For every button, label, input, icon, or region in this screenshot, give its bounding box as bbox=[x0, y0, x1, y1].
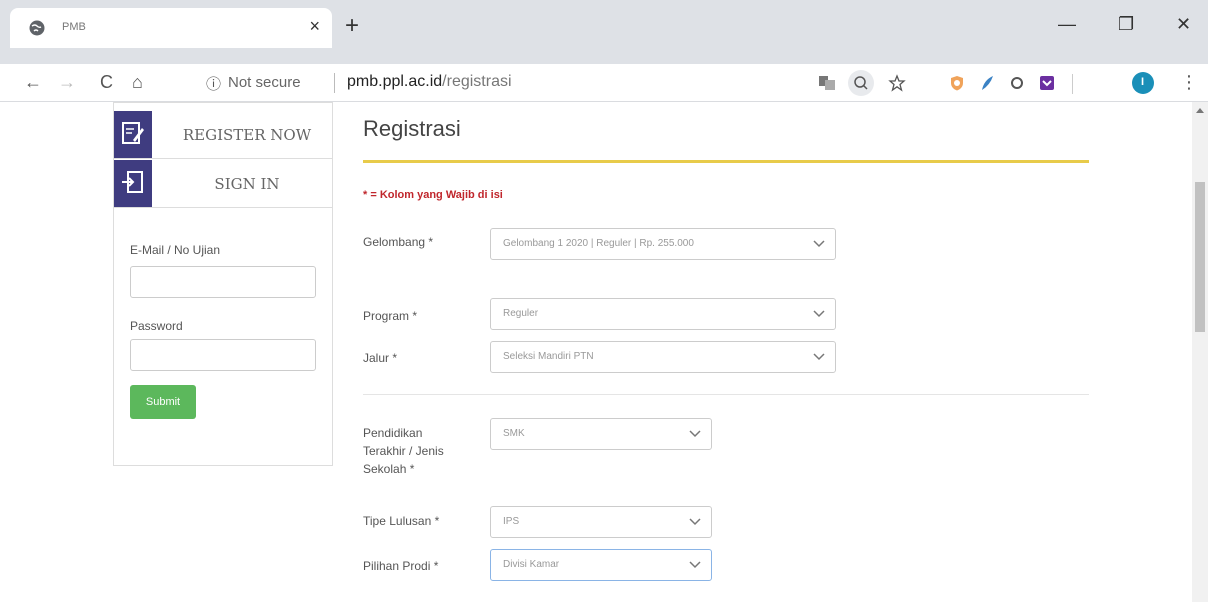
extension-circle-icon[interactable] bbox=[1008, 74, 1026, 92]
pendidikan-select[interactable]: SMK bbox=[490, 418, 712, 450]
tab-close-icon[interactable]: × bbox=[309, 16, 320, 37]
browser-toolbar: ← → C ⌂ ⓘ Not secure pmb.ppl.ac.id/regis… bbox=[0, 64, 1208, 102]
page-title: Registrasi bbox=[363, 116, 461, 141]
pendidikan-value: SMK bbox=[503, 428, 525, 439]
new-tab-icon[interactable]: + bbox=[345, 14, 359, 38]
pendidikan-label: Pendidikan Terakhir / Jenis Sekolah * bbox=[363, 426, 444, 476]
register-icon-box bbox=[114, 111, 152, 158]
email-field[interactable] bbox=[130, 266, 316, 298]
tipe-lulusan-label: Tipe Lulusan * bbox=[363, 514, 440, 528]
section-divider bbox=[363, 394, 1089, 395]
zoom-icon[interactable] bbox=[848, 70, 874, 96]
sign-in-label: SIGN IN bbox=[214, 175, 280, 193]
chevron-down-icon bbox=[689, 561, 701, 569]
security-indicator[interactable]: Not secure bbox=[228, 74, 301, 91]
chevron-down-icon bbox=[813, 353, 825, 361]
title-underline bbox=[363, 160, 1089, 163]
program-value: Reguler bbox=[503, 308, 539, 319]
gelombang-value: Gelombang 1 2020 | Reguler | Rp. 255.000 bbox=[503, 238, 694, 249]
globe-icon bbox=[29, 20, 45, 36]
browser-tabstrip: PMB × + — ❐ ✕ bbox=[0, 0, 1208, 64]
edit-document-icon bbox=[122, 122, 144, 144]
pilihan-prodi-value: Divisi Kamar bbox=[503, 559, 560, 570]
close-window-icon[interactable]: ✕ bbox=[1176, 14, 1191, 35]
chevron-down-icon bbox=[689, 518, 701, 526]
chevron-down-icon bbox=[813, 310, 825, 318]
extension-pocket-icon[interactable] bbox=[1038, 74, 1056, 92]
maximize-icon[interactable]: ❐ bbox=[1118, 14, 1134, 35]
gelombang-select[interactable]: Gelombang 1 2020 | Reguler | Rp. 255.000 bbox=[490, 228, 836, 260]
scrollbar-thumb[interactable] bbox=[1195, 182, 1205, 332]
menu-kebab-icon[interactable]: ⋮ bbox=[1180, 72, 1198, 92]
minimize-icon[interactable]: — bbox=[1058, 14, 1076, 35]
forward-icon[interactable]: → bbox=[58, 72, 76, 92]
jalur-value: Seleksi Mandiri PTN bbox=[503, 351, 594, 362]
tipe-lulusan-select[interactable]: IPS bbox=[490, 506, 712, 538]
back-icon[interactable]: ← bbox=[24, 72, 42, 92]
register-now-item[interactable]: REGISTER NOW bbox=[114, 111, 332, 159]
extension-feather-icon[interactable] bbox=[978, 74, 996, 92]
password-field[interactable] bbox=[130, 339, 316, 371]
omnibox-divider bbox=[334, 73, 335, 93]
translate-icon[interactable] bbox=[818, 74, 836, 92]
chevron-down-icon bbox=[813, 240, 825, 248]
program-select[interactable]: Reguler bbox=[490, 298, 836, 330]
register-now-label: REGISTER NOW bbox=[182, 126, 312, 144]
url-host: pmb.ppl.ac.id bbox=[347, 73, 443, 90]
email-label: E-Mail / No Ujian bbox=[130, 243, 221, 257]
page-content: REGISTER NOW SIGN IN E-Mail / No Ujian P… bbox=[0, 102, 1208, 602]
program-label: Program * bbox=[363, 309, 418, 323]
info-icon[interactable]: ⓘ bbox=[206, 73, 221, 94]
vertical-scrollbar[interactable] bbox=[1192, 102, 1208, 602]
url-text[interactable]: pmb.ppl.ac.id/registrasi bbox=[347, 73, 512, 91]
submit-button[interactable]: Submit bbox=[130, 385, 196, 419]
sign-in-icon bbox=[122, 171, 143, 193]
pilihan-prodi-select[interactable]: Divisi Kamar bbox=[490, 549, 712, 581]
password-label: Password bbox=[130, 319, 183, 333]
scroll-up-arrow-icon[interactable] bbox=[1196, 108, 1204, 113]
chevron-down-icon bbox=[689, 430, 701, 438]
jalur-select[interactable]: Seleksi Mandiri PTN bbox=[490, 341, 836, 373]
login-sidebar: REGISTER NOW SIGN IN E-Mail / No Ujian P… bbox=[113, 102, 333, 466]
tipe-lulusan-value: IPS bbox=[503, 516, 520, 527]
gelombang-label: Gelombang * bbox=[363, 235, 434, 249]
signin-icon-box bbox=[114, 160, 152, 207]
sign-in-item[interactable]: SIGN IN bbox=[114, 160, 332, 208]
url-path: /registrasi bbox=[442, 73, 512, 90]
tab-title: PMB bbox=[62, 21, 86, 33]
home-icon[interactable]: ⌂ bbox=[132, 72, 143, 92]
profile-initial: I bbox=[1141, 76, 1145, 88]
pilihan-prodi-label: Pilihan Prodi * bbox=[363, 559, 439, 573]
toolbar-divider bbox=[1072, 74, 1073, 94]
bookmark-star-icon[interactable] bbox=[888, 74, 906, 92]
browser-tab[interactable]: PMB × bbox=[10, 8, 332, 48]
required-note: * = Kolom yang Wajib di isi bbox=[363, 189, 503, 201]
jalur-label: Jalur * bbox=[363, 351, 398, 365]
extension-shield-icon[interactable] bbox=[948, 74, 966, 92]
reload-icon[interactable]: C bbox=[100, 72, 113, 92]
